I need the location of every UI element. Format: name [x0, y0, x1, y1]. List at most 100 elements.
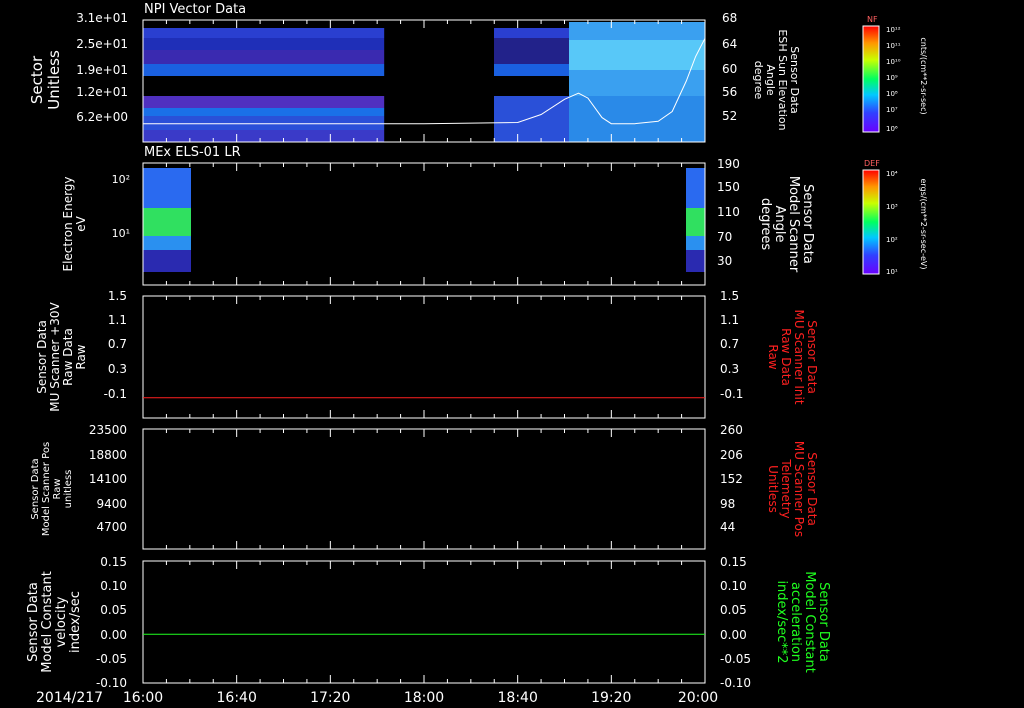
plot-frame [142, 162, 706, 286]
y-tick-label: 0.05 [100, 603, 127, 617]
plot-frame [142, 295, 706, 419]
svg-text:unitless: unitless [63, 470, 74, 509]
svg-text:MU Scanner +30V: MU Scanner +30V [48, 302, 62, 412]
y2-tick-label: -0.05 [720, 652, 751, 666]
plot-figure: NPI Vector Data 3.1e+01 2.5e+01 1.9e+01 [26, 2, 928, 706]
y2-tick-label: 60 [722, 62, 737, 76]
panel-title: NPI Vector Data [144, 2, 246, 17]
right-axis-ticks: 1.5 1.1 0.7 0.3 -0.1 [720, 289, 743, 401]
y-tick-label: 9400 [96, 497, 127, 511]
y2-axis-label: Sensor Data MU Scanner Pos Telemetry Uni… [766, 441, 819, 537]
time-axis: 2014/217 16:00 16:40 17:20 18:00 18:40 1… [36, 690, 718, 706]
y2-tick-label: 152 [720, 472, 743, 486]
y-tick-label: 4700 [96, 520, 127, 534]
svg-text:Sensor Data: Sensor Data [816, 582, 831, 662]
y2-axis-label: Sensor Data ESH Sun Elevation Angle degr… [752, 29, 801, 130]
svg-text:MU Scanner Init: MU Scanner Init [792, 309, 806, 404]
y2-axis-label: Sensor Data Model Scanner Angle degrees [758, 176, 815, 273]
x-tick-label: 20:00 [678, 690, 718, 706]
svg-text:Model Constant: Model Constant [802, 571, 817, 673]
svg-text:velocity: velocity [54, 596, 69, 647]
y2-tick-label: 0.3 [720, 362, 739, 376]
svg-text:eV: eV [74, 215, 88, 231]
date-label: 2014/217 [36, 690, 103, 706]
colorbar-tick: 10¹² [886, 26, 901, 34]
y2-tick-label: 206 [720, 448, 743, 462]
svg-text:Model Scanner: Model Scanner [786, 176, 801, 273]
y2-tick-label: 260 [720, 423, 743, 437]
y2-tick-label: 0.10 [720, 579, 747, 593]
colorbar-tick: 10⁶ [886, 125, 898, 133]
spectrogram-els [143, 168, 705, 272]
svg-text:index/sec: index/sec [68, 591, 83, 653]
left-axis-ticks: 3.1e+01 2.5e+01 1.9e+01 1.2e+01 6.2e+00 [76, 11, 128, 124]
y-axis-label: Sensor Data MU Scanner +30V Raw Data Raw [35, 302, 88, 412]
svg-text:Model Constant: Model Constant [40, 571, 55, 673]
x-tick-label: 19:20 [591, 690, 631, 706]
svg-text:index/sec**2: index/sec**2 [774, 580, 789, 663]
panel-mu-scanner-raw: 1.5 1.1 0.7 0.3 -0.1 1.5 1.1 0.7 0.3 -0.… [35, 289, 819, 412]
y-tick-label: 1.9e+01 [76, 63, 128, 77]
y2-tick-label: 0.15 [720, 555, 747, 569]
y-tick-label: -0.05 [96, 652, 127, 666]
colorbar-tick: 10¹ [886, 268, 898, 276]
y2-tick-label: 0.00 [720, 628, 747, 642]
right-axis-ticks: 68 64 60 56 52 [722, 11, 737, 123]
y-tick-label: 0.3 [108, 362, 127, 376]
svg-text:acceleration: acceleration [788, 582, 803, 662]
svg-text:Raw: Raw [766, 344, 780, 369]
y2-tick-label: 70 [717, 230, 732, 244]
right-axis-ticks: 190 150 110 70 30 [717, 157, 740, 268]
colorbar-units: ergs/(cm**2-sr-sec-eV) [919, 178, 928, 269]
right-axis-ticks: 0.15 0.10 0.05 0.00 -0.05 -0.10 [720, 555, 751, 690]
y2-tick-label: 44 [720, 520, 735, 534]
svg-text:Raw: Raw [74, 344, 88, 369]
plot-frame [142, 428, 706, 550]
colorbar-title: NF [867, 15, 878, 24]
y-tick-label: 0.15 [100, 555, 127, 569]
y-tick-label: 18800 [89, 448, 127, 462]
panel-npi-vector: NPI Vector Data 3.1e+01 2.5e+01 1.9e+01 [28, 2, 928, 142]
y2-tick-label: -0.10 [720, 676, 751, 690]
svg-text:Angle: Angle [772, 206, 787, 243]
y-tick-label: 14100 [89, 472, 127, 486]
svg-text:Sensor Data: Sensor Data [30, 458, 41, 519]
colorbar-tick: 10² [886, 236, 898, 244]
svg-text:Sensor Data: Sensor Data [805, 320, 819, 394]
y-tick-label: 23500 [89, 423, 127, 437]
y2-tick-label: 190 [717, 157, 740, 171]
y-axis-label: Sector Unitless [28, 50, 63, 110]
colorbar-tick: 10¹⁰ [886, 58, 901, 66]
colorbar-units: cnts/(cm**2-sr-sec) [919, 37, 928, 114]
y-tick-label: 1.1 [108, 313, 127, 327]
y2-tick-label: 98 [720, 497, 735, 511]
svg-text:Raw Data: Raw Data [779, 328, 793, 386]
plot-frame [142, 560, 706, 684]
svg-text:Telemetry: Telemetry [779, 458, 793, 518]
panel-title: MEx ELS-01 LR [144, 145, 241, 160]
y-tick-label: -0.10 [96, 676, 127, 690]
y-axis-label: Sensor Data Model Constant velocity inde… [26, 571, 83, 673]
svg-text:degree: degree [752, 61, 765, 100]
svg-text:Raw: Raw [52, 478, 63, 499]
y-tick-label: 2.5e+01 [76, 37, 128, 51]
y-tick-label: 10¹ [112, 227, 130, 240]
svg-text:Sensor Data: Sensor Data [35, 320, 49, 394]
colorbar-def: DEF 10⁴ 10³ 10² 10¹ ergs/(cm**2-sr-sec-e… [862, 159, 928, 276]
left-axis-ticks: 1.5 1.1 0.7 0.3 -0.1 [104, 289, 127, 401]
colorbar-title: DEF [864, 159, 880, 168]
y-tick-label: 1.5 [108, 289, 127, 303]
colorbar-tick: 10¹¹ [886, 42, 901, 50]
y2-tick-label: -0.1 [720, 387, 743, 401]
y-tick-label: -0.1 [104, 387, 127, 401]
y-tick-label: 1.2e+01 [76, 85, 128, 99]
x-tick-label: 18:40 [498, 690, 538, 706]
svg-text:Raw Data: Raw Data [61, 328, 75, 386]
panel-model-constant: 0.15 0.10 0.05 0.00 -0.05 -0.10 0.15 0.1… [26, 555, 831, 690]
y2-axis-label: Sensor Data Model Constant acceleration … [774, 571, 831, 673]
y-tick-label: 6.2e+00 [76, 110, 128, 124]
y-tick-label: 10² [112, 173, 130, 186]
svg-text:Model Scanner Pos: Model Scanner Pos [41, 442, 52, 536]
y2-tick-label: 110 [717, 205, 740, 219]
svg-text:Electron Energy: Electron Energy [61, 176, 75, 271]
